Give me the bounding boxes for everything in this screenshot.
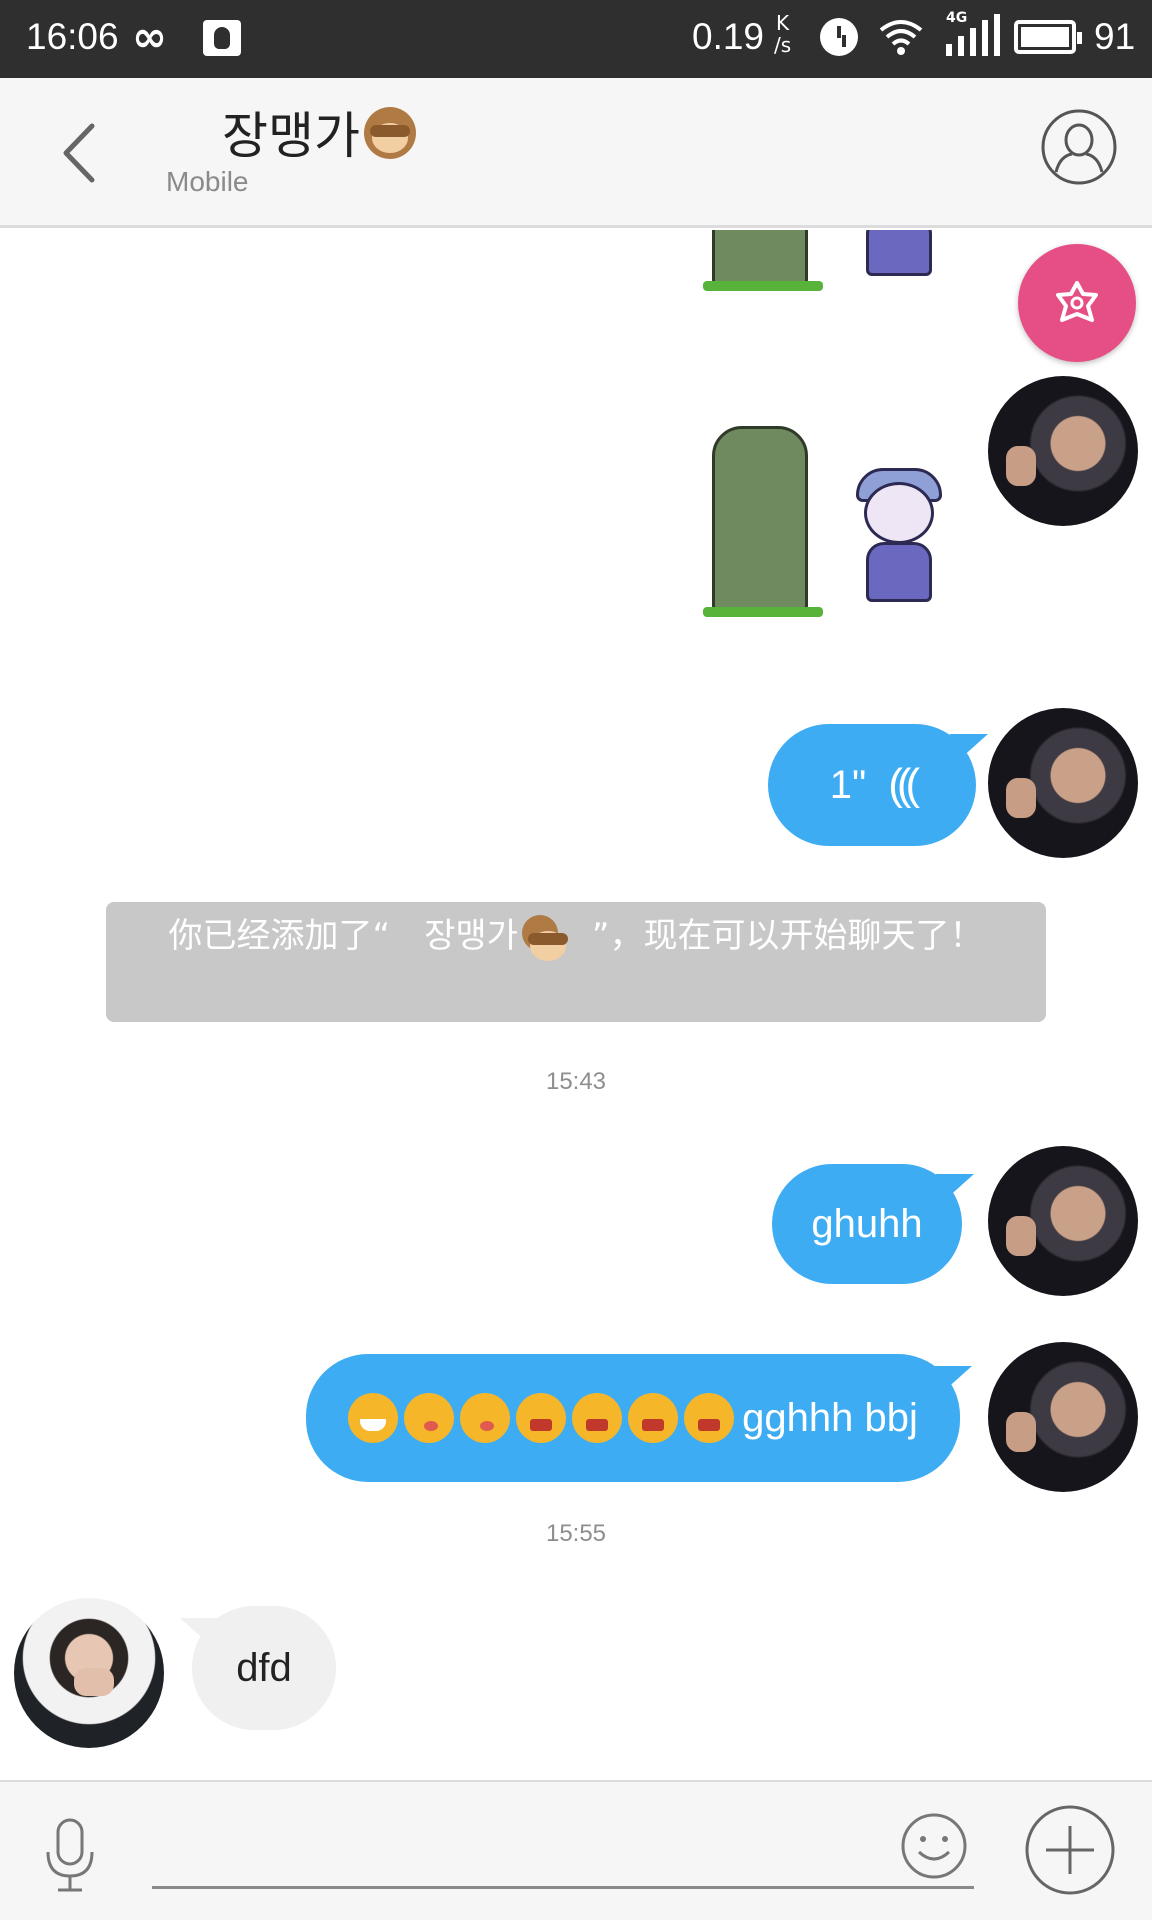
flower-icon [1056,281,1098,322]
my-avatar[interactable] [988,708,1138,858]
angry-emoji-icon [516,1393,567,1443]
angry-emoji-icon [572,1393,623,1443]
message-input[interactable] [152,1816,892,1882]
floating-action-button[interactable] [1018,244,1136,362]
wink-emoji-icon [460,1393,511,1443]
voice-duration: 1" [829,762,867,807]
my-avatar[interactable] [988,1146,1138,1296]
voice-message-bubble[interactable]: 1" ((( [768,724,976,846]
angry-emoji-icon [628,1393,679,1443]
my-avatar[interactable] [988,376,1138,526]
chat-header: 장맹가 Mobile [0,78,1152,228]
contact-title: 장맹가 [222,96,416,168]
person-icon[interactable] [1040,108,1118,186]
angry-emoji-icon [684,1393,735,1443]
status-bar: 16:06 ∞ 0.19 K /s 4G 91 [0,0,1152,78]
qq-icon [203,20,241,56]
message-list[interactable]: 1" ((( 你已经添加了“ 장맹가 ”，现在可以开始聊天了！ 15:43 gh… [0,230,1152,1780]
network-speed: 0.19 [692,16,765,57]
see-no-evil-monkey-icon [364,107,416,159]
message-timestamp: 15:55 [545,1520,607,1547]
network-speed-unit: K /s [774,11,792,57]
sound-wave-icon: ((( [888,760,920,809]
sticker-message[interactable] [700,426,960,626]
chevron-left-icon[interactable] [56,118,116,188]
microphone-icon[interactable] [40,1818,100,1894]
system-notice: 你已经添加了“ 장맹가 ”，现在可以开始聊天了！ [106,902,1046,1022]
tree-sticker-figure [703,230,823,291]
my-avatar[interactable] [988,1342,1138,1492]
contact-name: 장맹가 [222,107,360,165]
input-underline [152,1886,974,1889]
input-bar [0,1780,1152,1920]
message-text: gghhh bbj [742,1395,918,1440]
mage-sticker-figure [850,466,946,606]
battery-level: 91 [1094,16,1136,57]
grimace-emoji-icon [348,1393,399,1443]
battery-icon [1014,20,1082,54]
mage-sticker-figure [850,230,946,280]
smiley-icon[interactable] [900,1812,968,1880]
wink-emoji-icon [404,1393,455,1443]
text-message-bubble[interactable]: gghhh bbj [306,1354,960,1482]
wifi-icon [879,20,923,55]
system-notice-name: 장맹가 [424,916,518,956]
message-text: dfd [236,1645,292,1690]
alarm-icon [820,18,858,56]
friend-avatar[interactable] [14,1598,164,1748]
status-time: 16:06 [26,16,119,57]
message-timestamp: 15:43 [545,1068,607,1095]
signal-icon [946,14,1000,56]
sticker-message[interactable] [700,230,960,300]
infinity-icon: ∞ [132,12,167,61]
plus-icon[interactable] [1024,1804,1116,1896]
text-message-bubble[interactable]: ghuhh [772,1164,962,1284]
tree-sticker-figure [703,426,823,617]
message-text: ghuhh [811,1201,923,1246]
see-no-evil-monkey-icon [521,915,568,961]
contact-status: Mobile [166,166,249,197]
